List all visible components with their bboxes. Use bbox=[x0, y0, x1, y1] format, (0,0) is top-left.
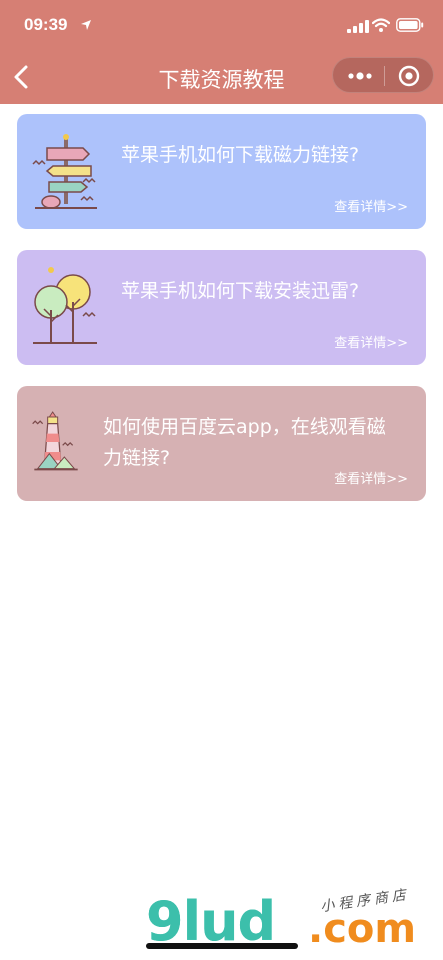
tutorial-card-thunder[interactable]: 苹果手机如何下载安装迅雷? 查看详情>> bbox=[17, 250, 426, 365]
top-header: 09:39 下载资源教程 bbox=[0, 0, 443, 104]
tutorial-card-list: 苹果手机如何下载磁力链接? 查看详情>> 苹果手机如何下载安装迅雷? 查看详情>… bbox=[17, 114, 426, 522]
card-title: 苹果手机如何下载安装迅雷? bbox=[121, 280, 360, 302]
navigation-bar: 下载资源教程 bbox=[0, 50, 443, 104]
view-details-link[interactable]: 查看详情>> bbox=[334, 468, 408, 487]
cellular-signal-icon bbox=[347, 20, 369, 33]
view-details-link[interactable]: 查看详情>> bbox=[334, 332, 408, 351]
status-bar: 09:39 bbox=[0, 0, 443, 50]
capsule-divider bbox=[384, 66, 385, 86]
view-details-link[interactable]: 查看详情>> bbox=[334, 196, 408, 215]
card-title: 如何使用百度云app，在线观看磁力链接? bbox=[103, 416, 386, 469]
trees-icon bbox=[33, 267, 97, 344]
lighthouse-icon bbox=[32, 411, 78, 471]
watermark-logo: 9lud .com 小程序商店 bbox=[140, 887, 430, 960]
mini-program-capsule bbox=[332, 57, 434, 93]
battery-icon bbox=[396, 18, 424, 32]
close-target-icon[interactable] bbox=[395, 64, 423, 88]
more-dots-icon[interactable] bbox=[343, 64, 377, 88]
home-indicator[interactable] bbox=[146, 943, 298, 949]
tutorial-card-baidu[interactable]: 如何使用百度云app，在线观看磁力链接? 查看详情>> bbox=[17, 386, 426, 501]
tutorial-card-magnet[interactable]: 苹果手机如何下载磁力链接? 查看详情>> bbox=[17, 114, 426, 229]
wifi-icon bbox=[372, 18, 390, 32]
status-time: 09:39 bbox=[24, 15, 68, 34]
card-title: 苹果手机如何下载磁力链接? bbox=[121, 144, 360, 166]
location-arrow-icon bbox=[81, 20, 91, 30]
signpost-icon bbox=[32, 134, 97, 209]
